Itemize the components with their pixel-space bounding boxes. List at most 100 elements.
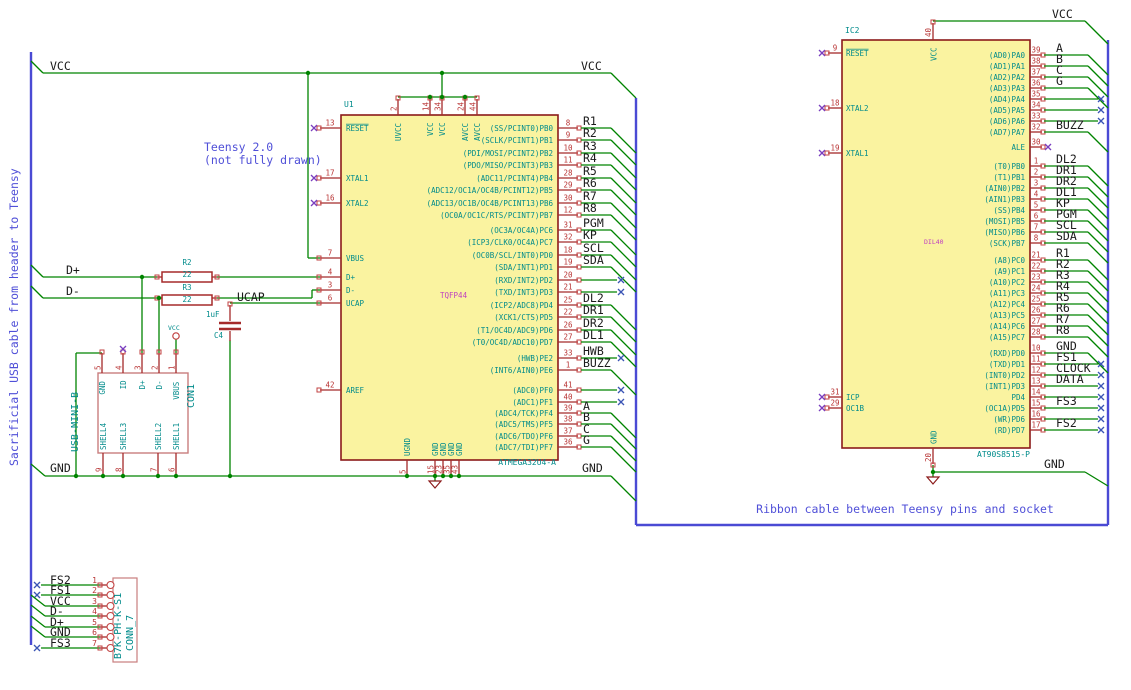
net-label: BUZZ bbox=[1056, 118, 1084, 132]
pin-text: 9 bbox=[833, 44, 838, 53]
junction-dot bbox=[930, 469, 936, 475]
pin-name: (ADC6/TDO)PF6 bbox=[494, 432, 553, 441]
pin-text: 24 bbox=[457, 101, 466, 111]
pin-name: (XCK1/CTS)PD5 bbox=[494, 313, 553, 322]
bus-entry bbox=[610, 329, 637, 356]
pin-text: 2 bbox=[151, 365, 160, 370]
conn7-value: B7K-PH-K-S1 bbox=[113, 592, 124, 659]
note-sacrificial: Sacrificial USB cable from header to Tee… bbox=[7, 168, 21, 466]
pin-name: SHELL4 bbox=[99, 422, 108, 450]
pin-name: XTAL2 bbox=[846, 104, 869, 113]
pin-text: 25 bbox=[563, 296, 572, 305]
bus-entry bbox=[1087, 259, 1109, 281]
c4-ref: C4 bbox=[214, 331, 224, 340]
pin-name: D- bbox=[155, 380, 164, 389]
pin-text: 33 bbox=[563, 349, 572, 358]
pin-text: 20 bbox=[563, 271, 573, 280]
bus-entry bbox=[1087, 314, 1109, 336]
pin-text: 5 bbox=[1034, 201, 1039, 210]
pin-name: SHELL3 bbox=[119, 423, 128, 450]
bus-entry bbox=[610, 152, 637, 179]
pin-text: 34 bbox=[1031, 101, 1041, 110]
net-label: R2 bbox=[583, 126, 597, 140]
pin-text: 31 bbox=[563, 221, 572, 230]
pin-text: 29 bbox=[563, 181, 572, 190]
pin-name: (AD2)PA2 bbox=[989, 73, 1025, 82]
pin-name: (A8)PC0 bbox=[993, 256, 1025, 265]
net-label-gnd-ic2: GND bbox=[1044, 457, 1065, 471]
pin-name: (SS)PB4 bbox=[993, 206, 1025, 215]
pin-text: 21 bbox=[1031, 251, 1040, 260]
u1-ref: U1 bbox=[344, 100, 354, 109]
pin-name: (AD3)PA3 bbox=[989, 84, 1025, 93]
pin-name: UCAP bbox=[346, 299, 365, 308]
pin-text: 21 bbox=[563, 283, 572, 292]
pin-text: 7 bbox=[1034, 223, 1039, 232]
pin-text: 1 bbox=[1034, 157, 1039, 166]
pin-text: 14 bbox=[422, 101, 431, 111]
pin-text: 7 bbox=[92, 639, 97, 648]
pin-text: 5 bbox=[94, 365, 103, 370]
pin-name: (OC0B/SCL/INT0)PD0 bbox=[472, 251, 554, 260]
pin-name: AVCC bbox=[473, 123, 482, 141]
net-label: FS3 bbox=[1056, 394, 1077, 408]
bus-entry bbox=[30, 615, 46, 628]
junction-dot bbox=[73, 473, 79, 479]
pin-text: 18 bbox=[563, 246, 573, 255]
net-label: R4 bbox=[583, 151, 597, 165]
pin-text: 44 bbox=[469, 101, 478, 111]
net-label: BUZZ bbox=[583, 356, 611, 370]
pin-text: 4 bbox=[92, 607, 97, 616]
pin-text: 41 bbox=[563, 381, 572, 390]
net-label: KP bbox=[583, 228, 597, 242]
pin-text: 5 bbox=[92, 618, 97, 627]
pin-text: 27 bbox=[563, 333, 572, 342]
pin-name: (ICP3/CLK0/OC4A)PC7 bbox=[467, 238, 553, 247]
pin-name: XTAL1 bbox=[846, 149, 869, 158]
pin-text: 3 bbox=[328, 281, 333, 290]
pin-text: 8 bbox=[115, 467, 124, 472]
pin-text: 42 bbox=[325, 381, 334, 390]
pin-name: (ADC7/TDI)PF7 bbox=[494, 443, 553, 452]
pin-text: 29 bbox=[830, 399, 839, 408]
ic2-value: AT90S8515-P bbox=[977, 450, 1030, 459]
bus-entry bbox=[610, 304, 637, 331]
pin-name: (OC1A)PD5 bbox=[984, 404, 1025, 413]
pin-name: (A10)PC2 bbox=[989, 278, 1025, 287]
bus-entry bbox=[30, 625, 46, 638]
bus-entry bbox=[610, 164, 637, 191]
r2-value: 22 bbox=[182, 270, 192, 279]
bus-entry bbox=[610, 423, 637, 450]
bus-entry bbox=[610, 177, 637, 204]
pin-text: 34 bbox=[434, 101, 443, 111]
bus-entry bbox=[610, 316, 637, 343]
pin-text: 28 bbox=[1031, 328, 1041, 337]
pin-name: (SCLK/PCINT1)PB1 bbox=[481, 136, 553, 145]
pin-text: 16 bbox=[325, 194, 335, 203]
pin-name: (MISO)PB6 bbox=[984, 228, 1025, 237]
pin-name: (T0)PB0 bbox=[993, 162, 1025, 171]
pin-text: 43 bbox=[451, 465, 460, 474]
r2-ref: R2 bbox=[182, 258, 192, 267]
bus-entry bbox=[1087, 325, 1109, 347]
pin-text: 2 bbox=[92, 586, 97, 595]
bus-entry bbox=[610, 446, 637, 473]
junction-dot bbox=[439, 70, 445, 76]
net-label-vcc-left: VCC bbox=[50, 59, 71, 73]
pin-name: (ADC1)PF1 bbox=[512, 398, 553, 407]
net-label: R6 bbox=[583, 176, 597, 190]
pin-text: 10 bbox=[563, 144, 573, 153]
schematic-page: 8 (SS/PCINT0)PB0 R1 9 (SCLK/PCINT1)PB1 R2 10 (P… bbox=[0, 0, 1131, 690]
bus-entry bbox=[1087, 242, 1109, 264]
bus-entry bbox=[610, 435, 637, 462]
pin-name: (SCK)PB7 bbox=[989, 239, 1025, 248]
bus-entry bbox=[610, 127, 637, 154]
pin-text: 35 bbox=[1031, 90, 1040, 99]
junction-dot bbox=[439, 94, 445, 100]
pin-text: 12 bbox=[563, 206, 572, 215]
net-label: G bbox=[583, 433, 590, 447]
junction-dot bbox=[155, 473, 161, 479]
pin-text: 38 bbox=[563, 415, 573, 424]
pin-text: 39 bbox=[563, 404, 572, 413]
pin-text: 18 bbox=[830, 99, 840, 108]
